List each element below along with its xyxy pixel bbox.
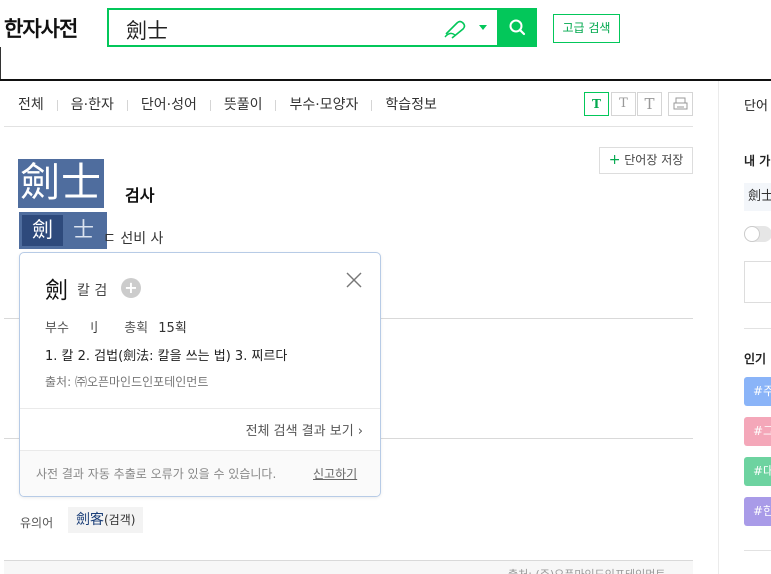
character-popup: 劍 칼 검 + 부수 刂 총획 15획 1. 칼 2. 검법(劍法: 칼을 쓰는… — [19, 252, 381, 497]
synonym-reading: (검객) — [104, 513, 136, 527]
print-button[interactable] — [668, 92, 693, 116]
input-tools-dropdown-icon[interactable] — [479, 25, 487, 30]
search-button[interactable] — [497, 8, 537, 47]
char-link[interactable]: 劍 — [22, 215, 63, 246]
report-link[interactable]: 신고하기 — [313, 465, 357, 482]
plus-icon: + — [608, 152, 621, 168]
tab-definitions[interactable]: 뜻풀이 — [224, 94, 263, 114]
tab-separator — [209, 99, 211, 111]
chevron-right-icon: › — [357, 424, 363, 439]
search-query[interactable]: 劍士 — [126, 15, 168, 45]
popup-footer: 사전 결과 자동 추출로 오류가 있을 수 있습니다. 신고하기 — [20, 451, 380, 496]
close-icon[interactable] — [345, 271, 363, 289]
tab-sound-hanja[interactable]: 음·한자 — [71, 94, 114, 114]
popup-divider — [20, 408, 380, 409]
popup-disclaimer: 사전 결과 자동 추출로 오류가 있을 수 있습니다. — [36, 467, 277, 481]
font-style-button-2[interactable]: T — [611, 92, 636, 116]
font-style-button-3[interactable]: T — [637, 92, 662, 116]
tab-study-info[interactable]: 학습정보 — [385, 94, 437, 114]
radical-value: 刂 — [85, 321, 99, 336]
entry-reading: 검사 — [125, 186, 155, 205]
divider — [744, 550, 771, 551]
right-panel-box — [744, 261, 771, 303]
synonym-label: 유의어 — [20, 516, 54, 530]
synonym-hanja: 劍客 — [76, 512, 104, 528]
add-icon[interactable]: + — [121, 278, 141, 298]
print-icon — [673, 97, 688, 110]
view-all-results-link[interactable]: 전체 검색 결과 보기 › — [246, 420, 363, 439]
character-breakdown: 劍 士 — [19, 212, 107, 249]
tab-separator — [126, 99, 128, 111]
header-divider — [0, 79, 771, 81]
handwriting-input-icon[interactable] — [442, 17, 468, 39]
view-all-label: 전체 검색 결과 보기 — [245, 424, 354, 439]
popup-definition: 1. 칼 2. 검법(劍法: 칼을 쓰는 법) 3. 찌르다 — [45, 349, 288, 364]
font-style-button-1[interactable]: T — [584, 92, 609, 116]
tab-words-idioms[interactable]: 단어·성어 — [141, 94, 197, 114]
radical-label: 부수 — [45, 321, 69, 336]
source-text: 출처: (주)오픈마인드인포테인먼트 — [508, 566, 665, 574]
popup-character: 劍 — [45, 278, 68, 304]
popular-tag[interactable]: #대 — [744, 457, 771, 486]
popular-tag[interactable]: #그 — [744, 417, 771, 446]
tab-all[interactable]: 전체 — [18, 94, 44, 114]
tab-separator — [275, 99, 277, 111]
tab-separator — [56, 99, 58, 111]
popular-tag[interactable]: #주 — [744, 377, 771, 406]
save-to-wordbook-button[interactable]: + 단어장 저장 — [599, 147, 693, 174]
right-panel-subtitle: 내 가 — [744, 154, 771, 168]
popular-tag[interactable]: #한 — [744, 497, 771, 526]
char-meaning: ㄷ 선비 사 — [103, 231, 164, 247]
popup-meaning: 칼 검 — [77, 283, 108, 299]
popup-meta: 부수 刂 총획 15획 — [45, 317, 187, 336]
divider — [0, 47, 1, 80]
popular-heading: 인기 — [744, 352, 767, 366]
popup-source: 출처: ㈜오픈마인드인포테인먼트 — [45, 375, 209, 389]
advanced-search-button[interactable]: 고급 검색 — [553, 14, 620, 43]
recent-word-chip[interactable]: 劍士 — [744, 183, 771, 211]
tabs-divider — [4, 126, 693, 127]
search-icon — [509, 19, 526, 36]
toggle-knob — [744, 226, 760, 242]
save-label: 단어장 저장 — [624, 153, 684, 167]
tab-radicals[interactable]: 부수·모양자 — [289, 94, 358, 114]
search-input[interactable]: 劍士 — [107, 8, 499, 47]
right-panel-title[interactable]: 단어 — [744, 95, 768, 114]
char-link[interactable]: 士 — [63, 215, 104, 246]
toggle-switch[interactable] — [744, 226, 771, 242]
app-logo[interactable]: 한자사전 — [4, 13, 78, 43]
synonym-link[interactable]: 劍客(검객) — [68, 507, 144, 533]
divider — [744, 328, 771, 329]
entry-headword[interactable]: 劍士 — [18, 159, 104, 208]
strokes-label: 총획 — [124, 321, 149, 336]
tab-separator — [371, 99, 373, 111]
search-tabs: 전체 음·한자 단어·성어 뜻풀이 부수·모양자 학습정보 — [18, 94, 437, 114]
strokes-value: 15획 — [158, 321, 187, 336]
column-divider — [718, 81, 719, 574]
